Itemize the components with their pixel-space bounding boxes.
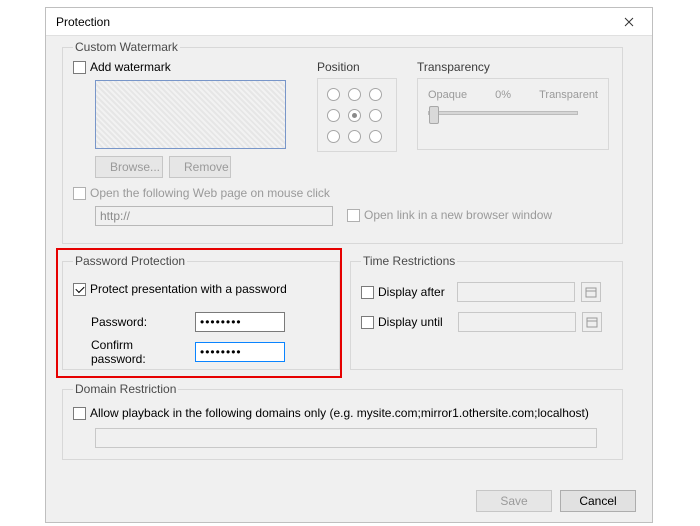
transparency-slider[interactable] bbox=[428, 111, 578, 115]
password-fieldset: Password Protection Protect presentation… bbox=[62, 254, 340, 370]
position-center-radio[interactable] bbox=[348, 109, 361, 122]
position-label: Position bbox=[317, 60, 397, 74]
browse-button[interactable]: Browse... bbox=[95, 156, 163, 178]
position-radio-grid[interactable] bbox=[324, 85, 390, 145]
time-fieldset: Time Restrictions Display after Display … bbox=[350, 254, 623, 370]
allow-domains-checkbox[interactable]: Allow playback in the following domains … bbox=[73, 406, 589, 420]
display-after-input[interactable] bbox=[457, 282, 575, 302]
display-until-input[interactable] bbox=[458, 312, 576, 332]
close-button[interactable] bbox=[614, 11, 644, 33]
open-webpage-checkbox[interactable]: Open the following Web page on mouse cli… bbox=[73, 186, 330, 200]
password-label: Password: bbox=[91, 315, 189, 329]
add-watermark-checkbox[interactable]: Add watermark bbox=[73, 60, 171, 74]
display-until-checkbox[interactable]: Display until bbox=[361, 315, 443, 329]
position-group: Position bbox=[317, 60, 397, 152]
cancel-button[interactable]: Cancel bbox=[560, 490, 636, 512]
password-input[interactable] bbox=[195, 312, 285, 332]
transparency-group: Transparency Opaque 0% Transparent bbox=[417, 60, 609, 150]
protect-password-checkbox[interactable]: Protect presentation with a password bbox=[73, 282, 287, 296]
calendar-icon[interactable] bbox=[581, 282, 601, 302]
calendar-icon[interactable] bbox=[582, 312, 602, 332]
password-legend: Password Protection bbox=[73, 254, 187, 268]
confirm-password-input[interactable] bbox=[195, 342, 285, 362]
watermark-preview bbox=[95, 80, 286, 149]
dialog-buttons: Save Cancel bbox=[476, 490, 636, 512]
watermark-legend: Custom Watermark bbox=[73, 40, 180, 54]
domain-fieldset: Domain Restriction Allow playback in the… bbox=[62, 382, 623, 460]
confirm-password-label: Confirm password: bbox=[91, 338, 189, 366]
transparent-label: Transparent bbox=[539, 89, 598, 101]
protection-dialog: Protection Custom Watermark Add watermar… bbox=[45, 7, 653, 523]
titlebar: Protection bbox=[46, 8, 652, 36]
watermark-fieldset: Custom Watermark Add watermark Browse...… bbox=[62, 40, 623, 244]
display-after-checkbox[interactable]: Display after bbox=[361, 285, 445, 299]
remove-button[interactable]: Remove bbox=[169, 156, 231, 178]
url-input[interactable] bbox=[95, 206, 333, 226]
dialog-title: Protection bbox=[56, 15, 110, 29]
transparency-label: Transparency bbox=[417, 60, 609, 74]
close-icon bbox=[624, 17, 634, 27]
transparency-percent: 0% bbox=[495, 89, 511, 101]
time-legend: Time Restrictions bbox=[361, 254, 457, 268]
slider-thumb[interactable] bbox=[429, 106, 439, 124]
domains-input[interactable] bbox=[95, 428, 597, 448]
opaque-label: Opaque bbox=[428, 89, 467, 101]
save-button[interactable]: Save bbox=[476, 490, 552, 512]
open-new-window-checkbox[interactable]: Open link in a new browser window bbox=[347, 208, 552, 222]
domain-legend: Domain Restriction bbox=[73, 382, 178, 396]
